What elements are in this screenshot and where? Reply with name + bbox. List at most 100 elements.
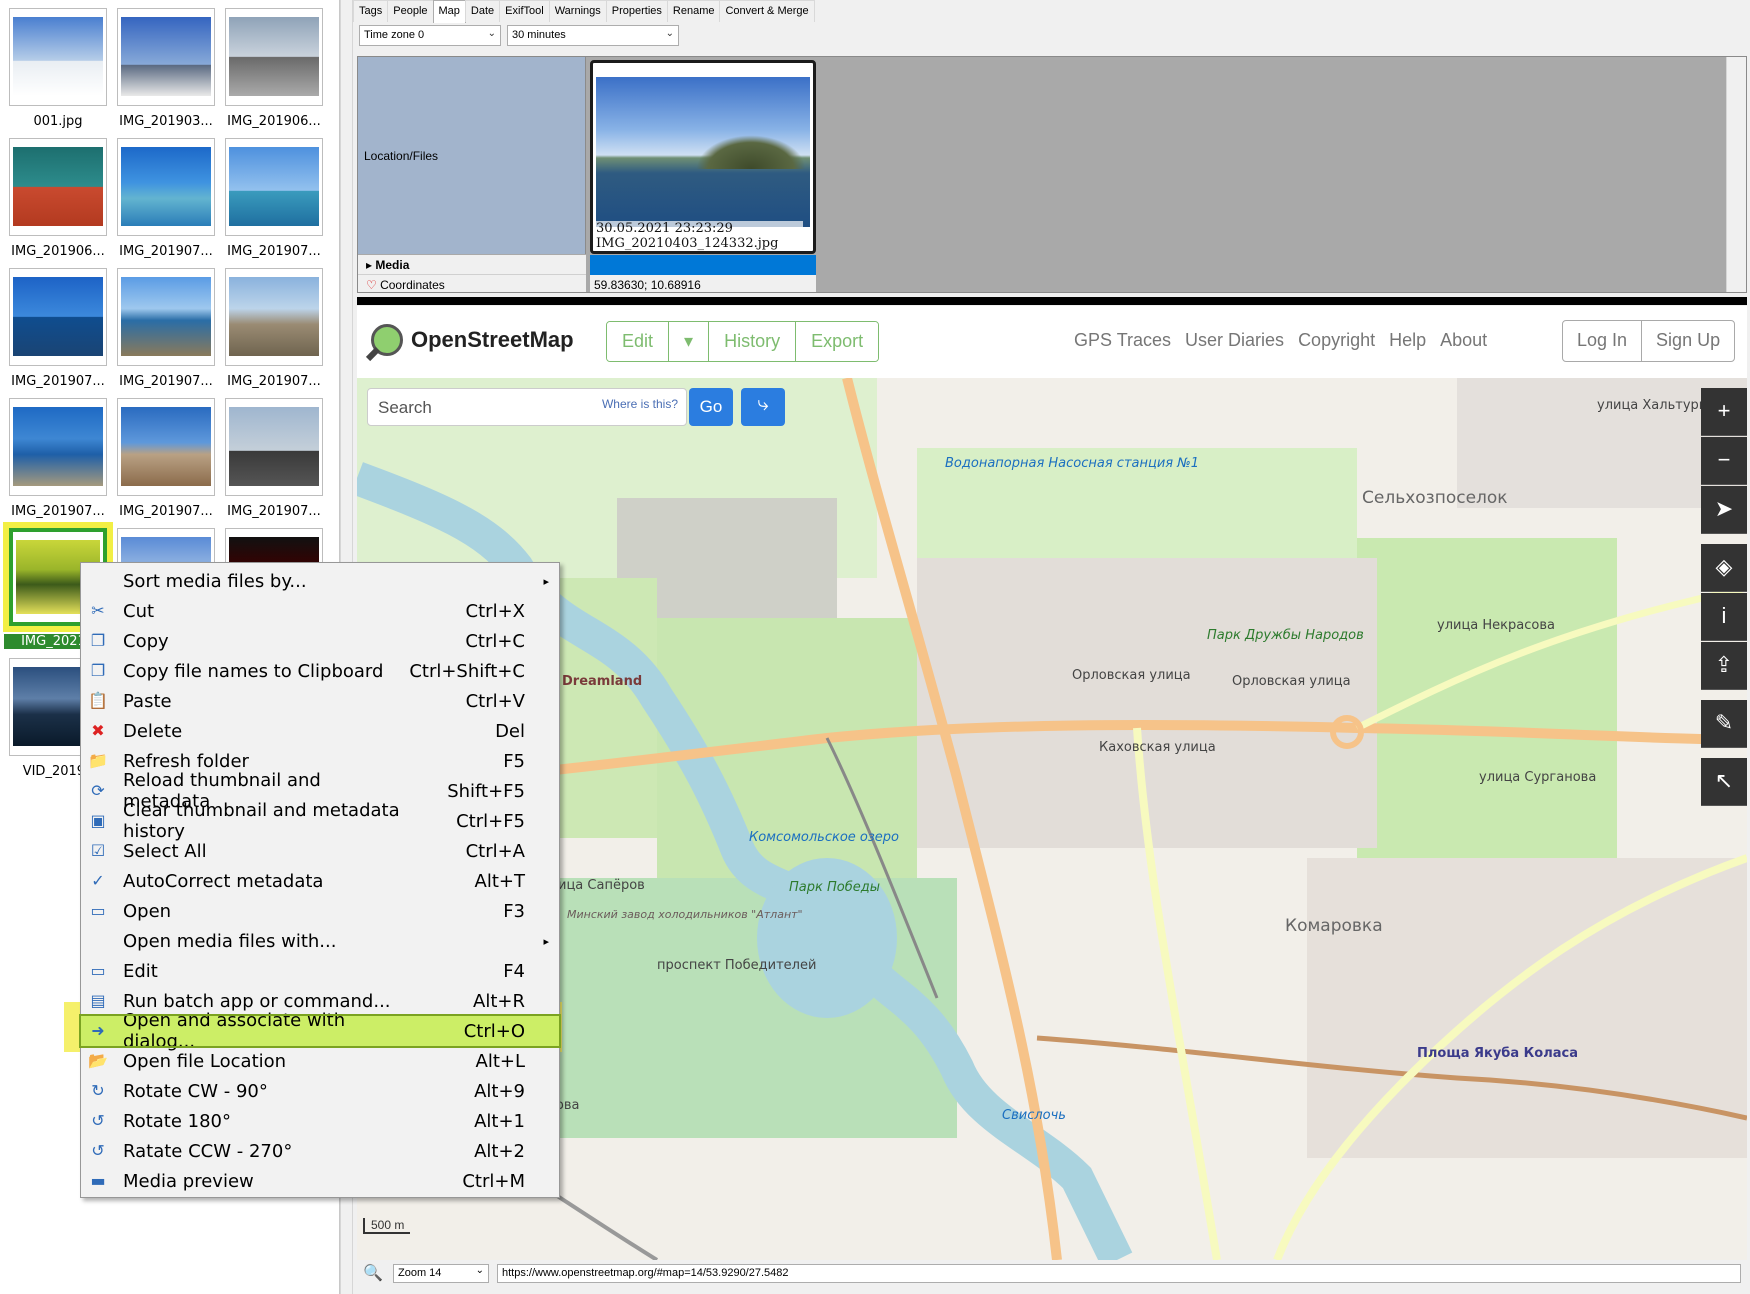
menu-item-icon: ✖ <box>91 721 105 740</box>
tab-rename[interactable]: Rename <box>666 0 721 22</box>
search-go-button[interactable]: Go <box>689 388 733 426</box>
menu-item-open-file-location[interactable]: 📂 Open file Location Alt+L <box>81 1046 559 1076</box>
media-row[interactable]: ▸ Media <box>358 255 1746 275</box>
thumbnail-item[interactable]: IMG_201907... <box>112 268 220 389</box>
search-input[interactable]: Search Where is this? <box>367 388 687 426</box>
osm-link-gps-traces[interactable]: GPS Traces <box>1074 330 1171 351</box>
map-graphic <box>357 378 1747 1260</box>
osm-link-help[interactable]: Help <box>1389 330 1426 351</box>
thumbnail-item[interactable]: IMG_201907... <box>4 398 112 519</box>
menu-item-clear-thumbnail-and-metadata-history[interactable]: ▣ Clear thumbnail and metadata history Ctr… <box>81 800 559 842</box>
expand-arrow-icon[interactable]: ▸ <box>366 258 375 272</box>
thumbnail-item[interactable]: IMG_201906... <box>220 8 328 129</box>
thumbnail-item[interactable]: IMG_201903... <box>112 8 220 129</box>
interval-select[interactable]: 30 minutes ⌄ <box>507 25 679 46</box>
osm-link-user-diaries[interactable]: User Diaries <box>1185 330 1284 351</box>
osm-login-button[interactable]: Log In <box>1563 321 1643 361</box>
info-icon: i <box>1721 603 1727 628</box>
osm-signup-button[interactable]: Sign Up <box>1642 321 1734 361</box>
menu-item-label: Cut <box>123 600 155 622</box>
menu-item-label: Copy file names to Clipboard <box>123 660 384 682</box>
menu-item-delete[interactable]: ✖ Delete Del <box>81 716 559 746</box>
thumbnail-item[interactable]: IMG_201907... <box>4 268 112 389</box>
menu-item-paste[interactable]: 📋 Paste Ctrl+V <box>81 686 559 716</box>
thumbnail-item[interactable]: IMG_201906... <box>4 138 112 259</box>
menu-item-media-preview[interactable]: ▬ Media preview Ctrl+M <box>81 1166 559 1196</box>
menu-item-shortcut: Ctrl+O <box>463 1020 525 1042</box>
directions-button[interactable]: ⤷ <box>741 388 785 426</box>
map-label: проспект Победителей <box>657 958 817 973</box>
menu-item-sort-media-files-by[interactable]: Sort media files by... ▸ <box>81 566 559 596</box>
right-pane: Tags People Map Date ExifTool Warnings Propert… <box>353 0 1750 1294</box>
menu-item-cut[interactable]: ✂ Cut Ctrl+X <box>81 596 559 626</box>
osm-edit-dropdown-button[interactable]: ▾ <box>669 322 710 361</box>
tab-exiftool[interactable]: ExifTool <box>499 0 550 22</box>
menu-item-copy-file-names-to-clipboard[interactable]: ❐ Copy file names to Clipboard Ctrl+Shift+… <box>81 656 559 686</box>
grid-row-header: Location/Files <box>358 57 586 254</box>
map-canvas[interactable]: Водонапорная Насосная станция №1 Сельхоз… <box>357 378 1747 1260</box>
panel-divider[interactable] <box>357 297 1747 305</box>
osm-export-button[interactable]: Export <box>796 322 879 361</box>
media-cell[interactable]: 30.05.2021 23:23:29 IMG_20210403_124332.… <box>590 60 816 254</box>
menu-item-rotate-180[interactable]: ↺ Rotate 180° Alt+1 <box>81 1106 559 1136</box>
menu-item-label: Select All <box>123 840 207 862</box>
osm-history-button[interactable]: History <box>709 322 797 361</box>
osm-link-copyright[interactable]: Copyright <box>1298 330 1375 351</box>
coordinates-row[interactable]: ♡ Coordinates 59.83630; 10.68916 <box>358 275 1746 292</box>
menu-item-open-and-associate-with-dialog[interactable]: ➜ Open and associate with dialog... Ctrl+O <box>79 1010 561 1052</box>
tab-date[interactable]: Date <box>464 0 501 22</box>
zoom-select[interactable]: Zoom 14 ⌄ <box>393 1264 489 1283</box>
menu-item-edit[interactable]: ▭ Edit F4 <box>81 956 559 986</box>
menu-item-icon <box>87 931 109 951</box>
osm-logo[interactable]: OpenStreetMap <box>371 324 574 356</box>
url-field[interactable]: https://www.openstreetmap.org/#map=14/53… <box>497 1264 1741 1283</box>
thumbnail-frame <box>225 8 323 106</box>
menu-item-ratate-ccw-270[interactable]: ↺ Ratate CCW - 270° Alt+2 <box>81 1136 559 1166</box>
grid-scrollbar[interactable] <box>1726 57 1746 292</box>
osm-link-about[interactable]: About <box>1440 330 1487 351</box>
menu-item-label: Media preview <box>123 1170 254 1192</box>
menu-item-autocorrect-metadata[interactable]: ✓ AutoCorrect metadata Alt+T <box>81 866 559 896</box>
layers-button[interactable]: ◈ <box>1701 544 1747 592</box>
menu-item-icon: ✂ <box>91 601 105 620</box>
zoom-in-button[interactable]: + <box>1701 388 1747 436</box>
menu-item-shortcut: Alt+9 <box>474 1080 525 1102</box>
thumbnail-item[interactable]: IMG_201907... <box>220 268 328 389</box>
menu-item-label: Open <box>123 900 172 922</box>
menu-item-icon: ▤ <box>90 991 106 1010</box>
tab-warnings[interactable]: Warnings <box>548 0 607 22</box>
coordinates-value[interactable]: 59.83630; 10.68916 <box>590 275 816 292</box>
thumbnail-item[interactable]: IMG_201907... <box>220 138 328 259</box>
osm-edit-button[interactable]: Edit <box>607 322 670 361</box>
info-button[interactable]: i <box>1701 593 1747 641</box>
thumbnail-item[interactable]: 001.jpg <box>4 8 112 129</box>
tab-tags[interactable]: Tags <box>353 0 389 22</box>
menu-item-shortcut: Alt+1 <box>474 1110 525 1132</box>
tab-properties[interactable]: Properties <box>605 0 668 22</box>
media-row-label: ▸ Media <box>358 255 586 275</box>
thumbnail-item[interactable]: IMG_201907... <box>112 398 220 519</box>
tab-people[interactable]: People <box>387 0 434 22</box>
menu-item-copy[interactable]: ❐ Copy Ctrl+C <box>81 626 559 656</box>
tab-convert-merge[interactable]: Convert & Merge <box>719 0 815 22</box>
thumbnail-item[interactable]: IMG_201907... <box>112 138 220 259</box>
menu-item-label: AutoCorrect metadata <box>123 870 324 892</box>
menu-item-icon: ↺ <box>91 1141 105 1160</box>
menu-item-rotate-cw-90[interactable]: ↻ Rotate CW - 90° Alt+9 <box>81 1076 559 1106</box>
share-button[interactable]: ⇪ <box>1701 642 1747 690</box>
note-button[interactable]: ✎ <box>1701 700 1747 748</box>
menu-item-open-media-files-with[interactable]: Open media files with... ▸ <box>81 926 559 956</box>
query-button[interactable]: ↖ <box>1701 758 1747 806</box>
timezone-select[interactable]: Time zone 0 ⌄ <box>359 25 501 46</box>
locate-button[interactable]: ➤ <box>1701 486 1747 534</box>
menu-item-label: Edit <box>123 960 158 982</box>
tab-map[interactable]: Map <box>432 0 466 23</box>
media-cell-caption: 30.05.2021 23:23:29 IMG_20210403_124332.… <box>593 221 803 251</box>
coordinates-row-label: ♡ Coordinates <box>358 275 586 292</box>
osm-logo-icon <box>371 324 403 356</box>
zoom-out-button[interactable]: − <box>1701 437 1747 485</box>
thumbnail-item[interactable]: IMG_201907... <box>220 398 328 519</box>
menu-item-select-all[interactable]: ☑ Select All Ctrl+A <box>81 836 559 866</box>
menu-item-open[interactable]: ▭ Open F3 <box>81 896 559 926</box>
where-is-this-link[interactable]: Where is this? <box>602 397 678 411</box>
